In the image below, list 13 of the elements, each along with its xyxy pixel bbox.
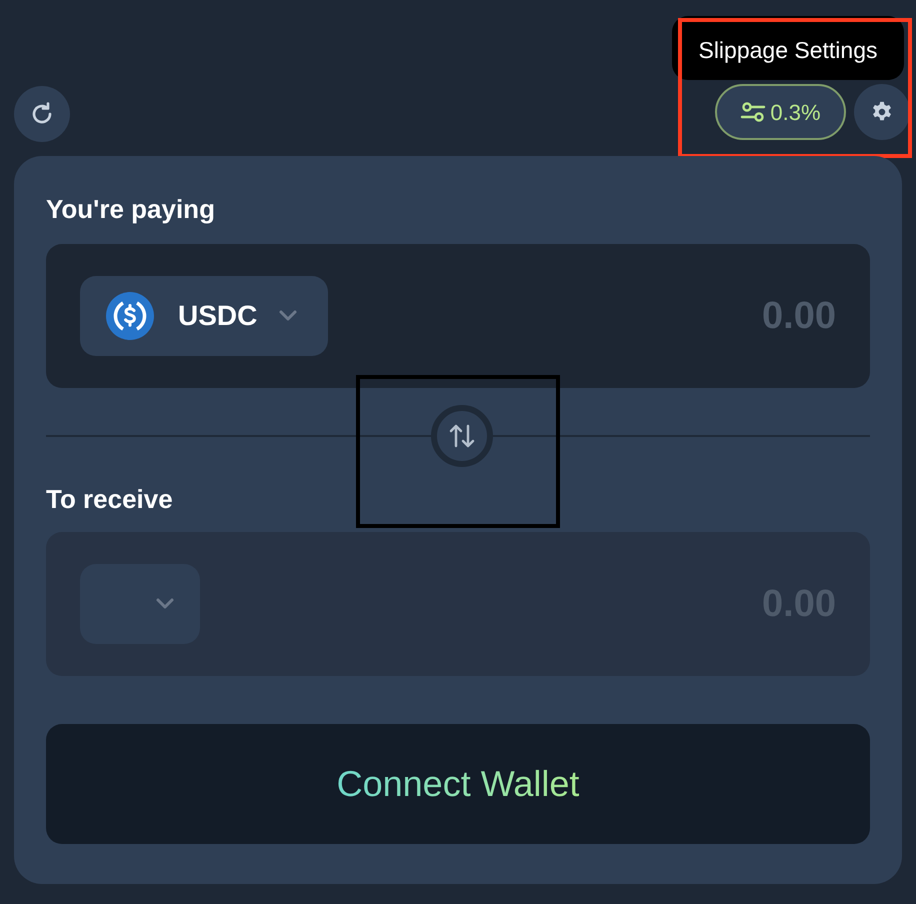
chevron-down-icon [154,597,176,611]
settings-icon [871,101,893,123]
slippage-button[interactable]: 0.3% [715,84,846,140]
sliders-icon [740,101,766,123]
connect-wallet-button[interactable]: Connect Wallet [46,724,870,844]
chevron-down-icon [277,309,300,323]
token-selector[interactable]: USDC [80,276,328,356]
section-label: To receive [46,484,174,516]
section-label: You're paying [46,194,216,226]
coin-icon [106,292,154,340]
tooltip: Slippage Settings [672,16,904,80]
token-symbol: USDC [178,299,258,333]
swap-arrows-icon [448,423,476,449]
